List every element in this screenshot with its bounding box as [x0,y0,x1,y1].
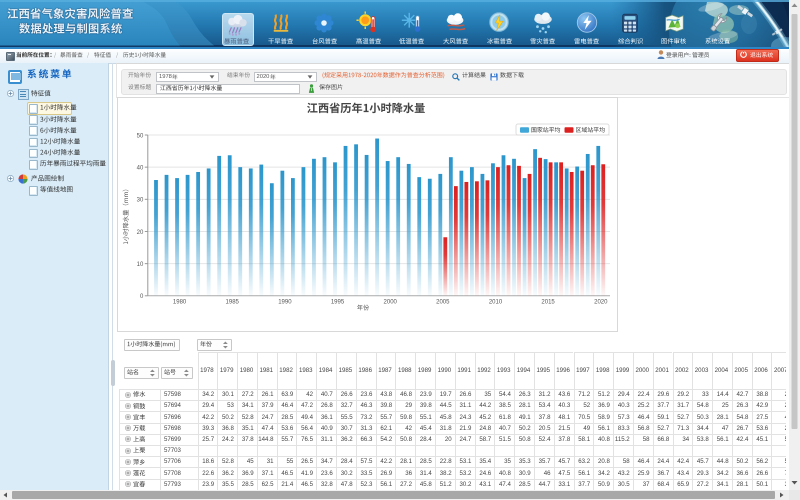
svg-text:1985: 1985 [226,299,240,305]
svg-text:10: 10 [137,262,144,268]
svg-text:2005: 2005 [436,299,450,305]
svg-text:40: 40 [137,166,144,172]
svg-text:20: 20 [137,230,144,236]
svg-text:30: 30 [137,198,144,204]
svg-text:1990: 1990 [278,299,292,305]
svg-text:2010: 2010 [489,299,503,305]
svg-text:1995: 1995 [331,299,345,305]
svg-text:2000: 2000 [384,299,398,305]
svg-text:0: 0 [140,294,144,300]
svg-text:1980: 1980 [173,299,187,305]
svg-text:50: 50 [137,133,144,139]
svg-text:2020: 2020 [594,299,608,305]
svg-text:2015: 2015 [541,299,555,305]
